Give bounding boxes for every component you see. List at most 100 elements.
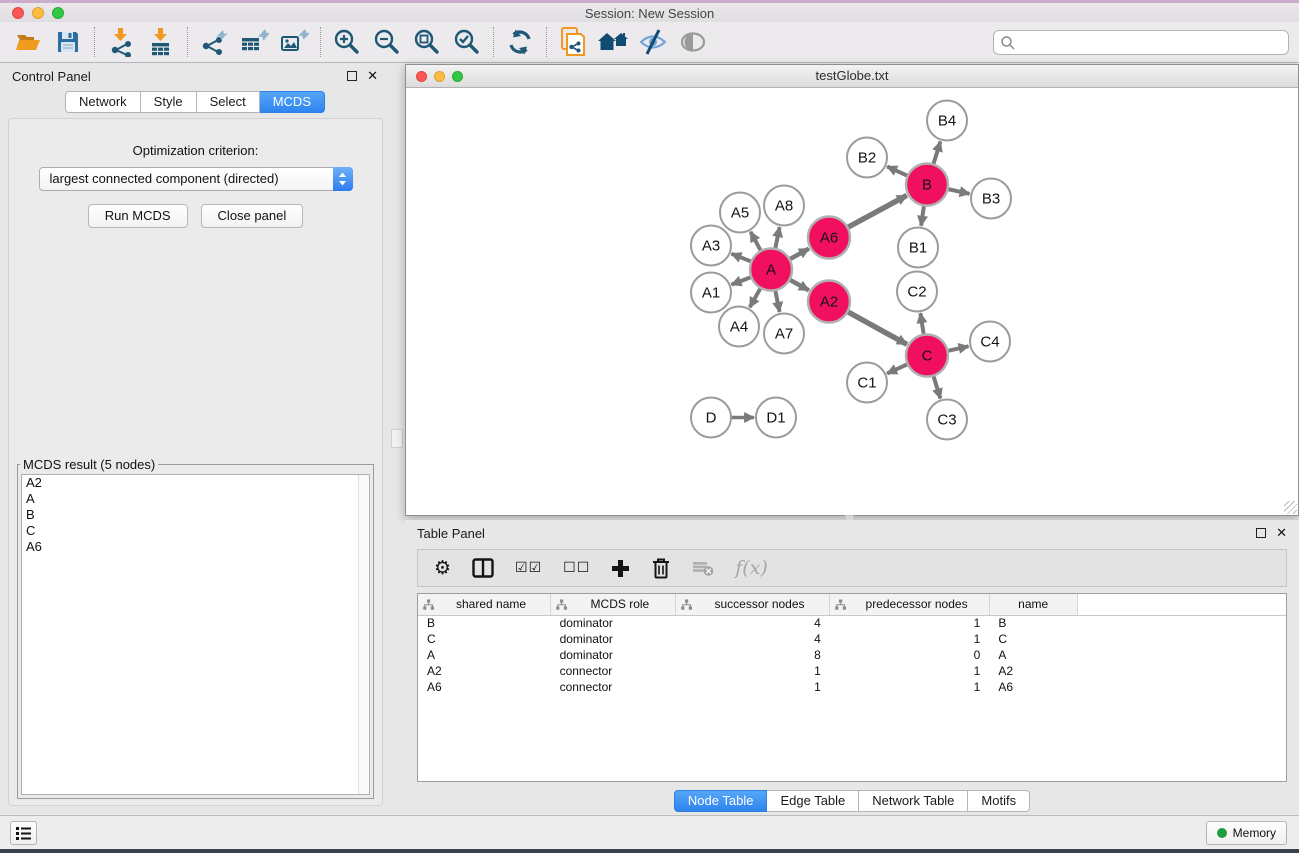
- result-item[interactable]: C: [22, 523, 369, 539]
- criterion-dropdown[interactable]: largest connected component (directed): [39, 167, 353, 191]
- zoom-out-button[interactable]: [367, 25, 407, 59]
- node-C1[interactable]: C1: [847, 363, 887, 403]
- node-B[interactable]: B: [906, 164, 948, 206]
- column-header-shared-name[interactable]: shared name: [418, 594, 551, 615]
- node-A8[interactable]: A8: [764, 186, 804, 226]
- table-cell[interactable]: C: [989, 631, 1077, 647]
- edge-B-B4[interactable]: [933, 142, 940, 165]
- table-row[interactable]: Cdominator41C: [418, 631, 1286, 647]
- table-cell[interactable]: 4: [675, 615, 830, 631]
- close-view-button[interactable]: [416, 71, 427, 82]
- float-panel-icon[interactable]: [347, 71, 357, 81]
- tab-network-table[interactable]: Network Table: [859, 790, 968, 812]
- table-cell[interactable]: A: [418, 647, 551, 663]
- result-item[interactable]: A2: [22, 475, 369, 491]
- table-row[interactable]: Bdominator41B: [418, 615, 1286, 631]
- hide-columns-button[interactable]: ☐☐: [563, 560, 590, 576]
- zoom-fit-button[interactable]: [407, 25, 447, 59]
- node-A3[interactable]: A3: [691, 226, 731, 266]
- node-B2[interactable]: B2: [847, 138, 887, 178]
- edge-B-B3[interactable]: [948, 189, 970, 194]
- table-cell[interactable]: A6: [989, 679, 1077, 695]
- node-B3[interactable]: B3: [971, 179, 1011, 219]
- edge-B-B1[interactable]: [921, 205, 924, 225]
- node-D1[interactable]: D1: [756, 398, 796, 438]
- node-A[interactable]: A: [750, 249, 792, 291]
- close-panel-icon[interactable]: ✕: [367, 68, 378, 84]
- tab-select[interactable]: Select: [197, 91, 260, 113]
- table-cell[interactable]: 1: [675, 679, 830, 695]
- edge-A-A5[interactable]: [751, 232, 762, 251]
- refresh-button[interactable]: [500, 25, 540, 59]
- add-column-button[interactable]: [611, 559, 630, 578]
- edge-C-C2[interactable]: [920, 313, 923, 335]
- split-view-button[interactable]: [472, 558, 494, 578]
- scrollbar-track[interactable]: [358, 475, 369, 794]
- table-cell[interactable]: 8: [675, 647, 830, 663]
- function-builder-button[interactable]: f(x): [735, 557, 768, 579]
- table-row[interactable]: A2connector11A2: [418, 663, 1286, 679]
- resize-grip-icon[interactable]: [1284, 501, 1297, 514]
- table-cell[interactable]: B: [989, 615, 1077, 631]
- tab-mcds[interactable]: MCDS: [260, 91, 325, 113]
- column-header-mcds-role[interactable]: MCDS role: [551, 594, 676, 615]
- edge-A-A1[interactable]: [732, 277, 752, 285]
- edge-A-A7[interactable]: [775, 290, 779, 312]
- zoom-selected-button[interactable]: [447, 25, 487, 59]
- table-cell[interactable]: 1: [830, 615, 990, 631]
- table-cell[interactable]: A2: [989, 663, 1077, 679]
- edge-B-B2[interactable]: [887, 167, 908, 176]
- table-cell[interactable]: 1: [675, 663, 830, 679]
- column-header-name[interactable]: name: [989, 594, 1077, 615]
- table-cell[interactable]: connector: [551, 679, 676, 695]
- node-B4[interactable]: B4: [927, 101, 967, 141]
- table-row[interactable]: A6connector11A6: [418, 679, 1286, 695]
- table-cell[interactable]: 1: [830, 679, 990, 695]
- column-header-successor-nodes[interactable]: successor nodes: [675, 594, 830, 615]
- table-cell[interactable]: A6: [418, 679, 551, 695]
- table-cell[interactable]: 4: [675, 631, 830, 647]
- task-history-button[interactable]: [10, 821, 37, 845]
- zoom-in-button[interactable]: [327, 25, 367, 59]
- table-cell[interactable]: A: [989, 647, 1077, 663]
- export-table-button[interactable]: [234, 25, 274, 59]
- table-settings-button[interactable]: ⚙: [434, 557, 451, 579]
- result-item[interactable]: B: [22, 507, 369, 523]
- network-window-titlebar[interactable]: testGlobe.txt: [406, 65, 1298, 88]
- table-cell[interactable]: connector: [551, 663, 676, 679]
- zoom-view-button[interactable]: [452, 71, 463, 82]
- node-C4[interactable]: C4: [970, 322, 1010, 362]
- export-network-button[interactable]: [194, 25, 234, 59]
- tab-node-table[interactable]: Node Table: [674, 790, 768, 812]
- node-A6[interactable]: A6: [808, 217, 850, 259]
- table-row[interactable]: Adominator80A: [418, 647, 1286, 663]
- export-image-button[interactable]: [274, 25, 314, 59]
- minimize-view-button[interactable]: [434, 71, 445, 82]
- edge-C-C1[interactable]: [887, 364, 908, 373]
- edge-A-A4[interactable]: [750, 288, 761, 308]
- edge-A-A2[interactable]: [789, 280, 809, 291]
- float-panel-icon[interactable]: [1256, 528, 1266, 538]
- node-A5[interactable]: A5: [720, 193, 760, 233]
- import-network-button[interactable]: [101, 25, 141, 59]
- delete-column-button[interactable]: [651, 557, 671, 579]
- node-D[interactable]: D: [691, 398, 731, 438]
- save-session-button[interactable]: [48, 25, 88, 59]
- edge-A2-C[interactable]: [847, 312, 907, 345]
- close-panel-icon[interactable]: ✕: [1276, 525, 1287, 541]
- result-item[interactable]: A6: [22, 539, 369, 555]
- tab-style[interactable]: Style: [141, 91, 197, 113]
- tab-edge-table[interactable]: Edge Table: [767, 790, 859, 812]
- node-C[interactable]: C: [906, 335, 948, 377]
- first-neighbors-button[interactable]: [593, 25, 633, 59]
- tab-motifs[interactable]: Motifs: [968, 790, 1030, 812]
- edge-C-C4[interactable]: [948, 346, 969, 351]
- node-C3[interactable]: C3: [927, 400, 967, 440]
- table-cell[interactable]: A2: [418, 663, 551, 679]
- edge-A6-B[interactable]: [848, 195, 907, 227]
- edge-C-C3[interactable]: [933, 376, 940, 399]
- edge-A-A6[interactable]: [789, 249, 809, 260]
- open-session-button[interactable]: [8, 25, 48, 59]
- memory-button[interactable]: Memory: [1206, 821, 1287, 845]
- vertical-splitter-grip[interactable]: [391, 429, 403, 448]
